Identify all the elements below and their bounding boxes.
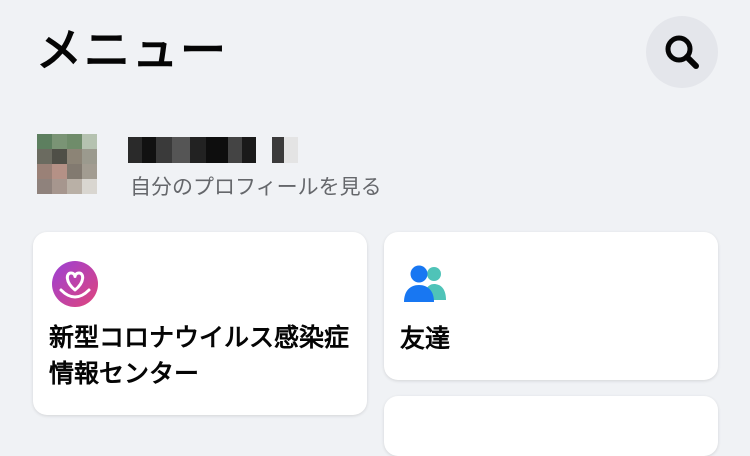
- page-title: メニュー: [36, 23, 228, 77]
- friends-icon: [404, 265, 446, 302]
- profile-name-redacted[interactable]: [128, 136, 298, 164]
- shortcut-label: 友達: [400, 324, 451, 353]
- shortcut-card-covid-info[interactable]: 新型コロナウイルス感染症情報センター: [33, 232, 367, 415]
- shortcut-card-friends[interactable]: 友達: [384, 232, 718, 380]
- heart-hands-icon: [52, 261, 98, 307]
- search-button[interactable]: [646, 16, 718, 88]
- shortcut-label: 新型コロナウイルス感染症情報センター: [49, 323, 350, 388]
- shortcut-card-partial[interactable]: [384, 396, 718, 456]
- avatar[interactable]: [37, 134, 97, 194]
- view-profile-link[interactable]: 自分のプロフィールを見る: [130, 172, 382, 202]
- search-icon: [665, 35, 699, 69]
